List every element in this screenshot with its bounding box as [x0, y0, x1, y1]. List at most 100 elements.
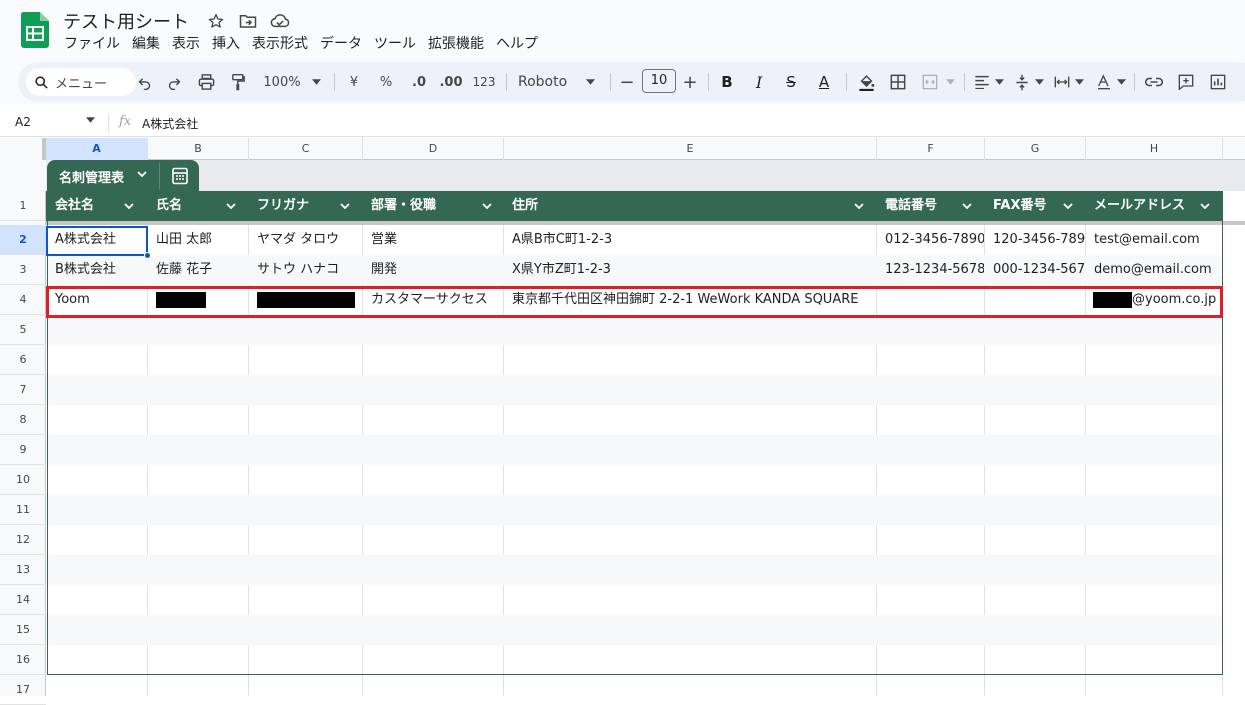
valign-chevron-down-icon[interactable]	[1034, 70, 1044, 94]
menu-insert[interactable]: 挿入	[206, 34, 246, 54]
row-header-8[interactable]: 8	[0, 405, 46, 435]
number-format-button[interactable]: 123	[472, 70, 496, 94]
row-header-11[interactable]: 11	[0, 495, 46, 525]
toolbar-divider	[1134, 73, 1135, 91]
toolbar-divider	[506, 73, 507, 91]
row-header-6[interactable]: 6	[0, 345, 46, 375]
insert-chart-icon[interactable]	[1208, 70, 1228, 94]
decrease-decimal-button[interactable]: .0	[408, 70, 430, 94]
active-cell-selection[interactable]	[46, 226, 148, 256]
rotation-chevron-down-icon[interactable]	[1116, 70, 1126, 94]
redo-icon[interactable]	[164, 70, 184, 94]
column-header-c[interactable]: C	[249, 138, 363, 160]
print-icon[interactable]	[196, 70, 216, 94]
row-header-10[interactable]: 10	[0, 465, 46, 495]
horizontal-align-icon[interactable]	[972, 70, 992, 94]
column-headers: A B C D E F G H	[0, 138, 1245, 160]
table-calculator-icon[interactable]	[171, 167, 189, 185]
borders-icon[interactable]	[888, 70, 908, 94]
row-header-13[interactable]: 13	[0, 555, 46, 585]
percent-format-button[interactable]: %	[378, 70, 394, 94]
toolbar-divider	[964, 73, 965, 91]
row-header-9[interactable]: 9	[0, 435, 46, 465]
column-header-b[interactable]: B	[148, 138, 249, 160]
text-rotation-icon[interactable]	[1094, 70, 1114, 94]
font-size-decrease-button[interactable]: −	[619, 70, 635, 94]
toolbar: メニュー 100% ¥ % .0 .00 123 Roboto − 10 + B…	[18, 62, 1245, 102]
column-header-g[interactable]: G	[985, 138, 1086, 160]
insert-comment-icon[interactable]	[1176, 70, 1196, 94]
cloud-saved-icon[interactable]	[269, 10, 291, 32]
row-header-5[interactable]: 5	[0, 315, 46, 345]
column-header-a[interactable]: A	[46, 138, 148, 160]
name-box-chevron-down-icon[interactable]	[86, 116, 95, 126]
menu-edit[interactable]: 編集	[126, 34, 166, 54]
row-header-15[interactable]: 15	[0, 615, 46, 645]
column-header-d[interactable]: D	[363, 138, 504, 160]
wrap-chevron-down-icon[interactable]	[1074, 70, 1084, 94]
menu-format[interactable]: 表示形式	[246, 34, 314, 54]
font-size-increase-button[interactable]: +	[682, 70, 698, 94]
formula-divider	[108, 114, 109, 133]
font-size-input[interactable]: 10	[642, 69, 676, 93]
column-header-h[interactable]: H	[1086, 138, 1223, 160]
zoom-select[interactable]: 100%	[262, 70, 302, 94]
formula-input[interactable]: A株式会社	[142, 115, 198, 132]
text-color-button[interactable]: A	[814, 70, 834, 94]
merge-cells-icon[interactable]	[920, 70, 940, 94]
chip-divider	[159, 163, 160, 189]
fill-handle[interactable]	[144, 252, 151, 259]
row-header-3[interactable]: 3	[0, 255, 46, 285]
row-header-12[interactable]: 12	[0, 525, 46, 555]
table-chip[interactable]: 名刺管理表	[47, 160, 199, 191]
function-icon: fx	[119, 114, 132, 129]
vertical-align-icon[interactable]	[1012, 70, 1032, 94]
sheets-logo-icon[interactable]	[21, 12, 49, 48]
insert-link-icon[interactable]	[1144, 70, 1164, 94]
bold-button[interactable]: B	[718, 70, 736, 94]
table-menu-chevron-down-icon[interactable]	[135, 167, 149, 181]
document-title[interactable]: テスト用シート	[63, 8, 189, 34]
fill-color-icon[interactable]	[856, 70, 876, 94]
merge-chevron-down-icon[interactable]	[944, 70, 956, 94]
text-wrapping-icon[interactable]	[1052, 70, 1072, 94]
row-header-14[interactable]: 14	[0, 585, 46, 615]
undo-icon[interactable]	[134, 70, 154, 94]
row-header-2[interactable]: 2	[0, 225, 46, 255]
column-header-f[interactable]: F	[877, 138, 985, 160]
italic-button[interactable]: I	[750, 70, 768, 94]
currency-format-button[interactable]: ¥	[346, 70, 362, 94]
move-folder-icon[interactable]	[237, 10, 259, 32]
top-bar: テスト用シート ファイル 編集 表示 挿入 表示形式 データ ツール 拡張機能 …	[0, 0, 1245, 58]
align-chevron-down-icon[interactable]	[994, 70, 1004, 94]
row-header-7[interactable]: 7	[0, 375, 46, 405]
font-family-select[interactable]: Roboto	[518, 70, 570, 94]
row-header-4[interactable]: 4	[0, 285, 46, 315]
table-border	[47, 191, 1223, 675]
menu-tools[interactable]: ツール	[368, 34, 422, 54]
row-header-1[interactable]: 1	[0, 191, 46, 221]
menu-data[interactable]: データ	[314, 34, 368, 54]
menu-bar: ファイル 編集 表示 挿入 表示形式 データ ツール 拡張機能 ヘルプ	[58, 34, 544, 54]
menu-extensions[interactable]: 拡張機能	[422, 34, 490, 54]
row-header-17[interactable]: 17	[0, 675, 46, 705]
menu-file[interactable]: ファイル	[58, 34, 126, 54]
zoom-chevron-down-icon[interactable]	[310, 70, 322, 94]
font-chevron-down-icon[interactable]	[584, 70, 596, 94]
increase-decimal-button[interactable]: .00	[438, 70, 464, 94]
name-box[interactable]: A2	[15, 115, 31, 129]
row-headers: 1 2 3 4 5 6 7 8 9 10 11 12 13 14 15 16 1…	[0, 160, 46, 705]
paint-format-icon[interactable]	[228, 70, 248, 94]
toolbar-divider	[334, 73, 335, 91]
row-header-16[interactable]: 16	[0, 645, 46, 675]
row-highlight-annotation	[46, 286, 1223, 318]
select-all-corner[interactable]	[0, 138, 46, 160]
toolbar-divider	[846, 73, 847, 91]
toolbar-area: メニュー 100% ¥ % .0 .00 123 Roboto − 10 + B…	[0, 58, 1245, 106]
menu-view[interactable]: 表示	[166, 34, 206, 54]
star-icon[interactable]	[205, 10, 227, 32]
strikethrough-button[interactable]: S	[782, 70, 800, 94]
menu-search[interactable]: メニュー	[26, 68, 136, 96]
column-header-e[interactable]: E	[504, 138, 877, 160]
menu-help[interactable]: ヘルプ	[490, 34, 544, 54]
